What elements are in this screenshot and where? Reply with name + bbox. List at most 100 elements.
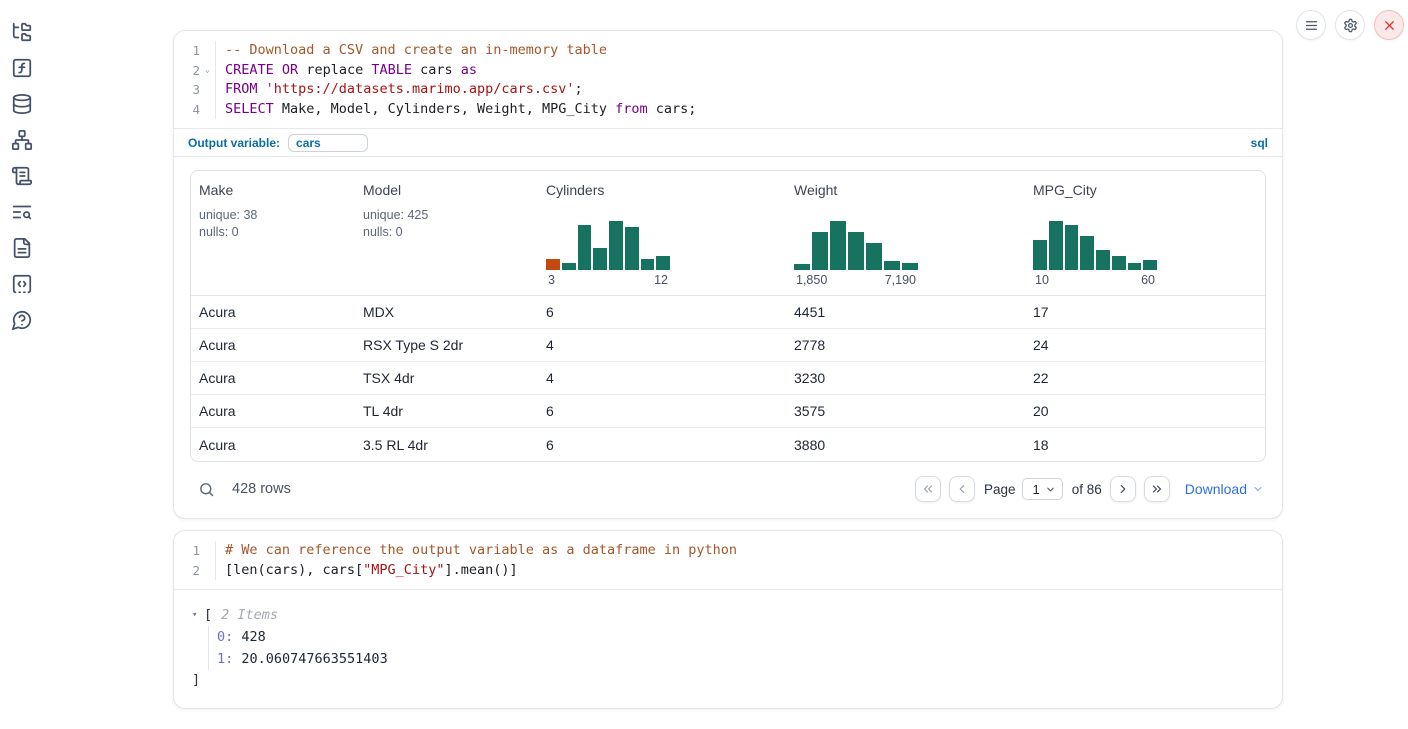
histogram-bar (1033, 240, 1047, 270)
chevron-down-icon[interactable]: ▾ (192, 610, 204, 620)
table-row[interactable]: AcuraMDX6445117 (191, 296, 1265, 329)
chevrons-left-icon (921, 482, 935, 496)
list-search-icon[interactable] (11, 201, 33, 223)
histogram-bars (1033, 218, 1157, 270)
histogram-axis: 1,8507,190 (794, 273, 918, 287)
chevrons-right-icon (1150, 482, 1164, 496)
table-cell: 22 (1025, 370, 1265, 386)
download-button[interactable]: Download (1185, 481, 1264, 497)
table-footer: 428 rows Page 1 of 86 (190, 475, 1266, 503)
column-histogram: 1,8507,190 (794, 218, 918, 287)
line-number: 1 (180, 541, 200, 561)
table-cell: 4 (538, 370, 786, 386)
table-cell: 3880 (786, 437, 1025, 453)
item-value: 20.060747663551403 (233, 651, 387, 667)
snippets-icon[interactable] (11, 273, 33, 295)
help-icon[interactable] (11, 309, 33, 331)
fold-toggle-icon[interactable]: ⌄ (200, 61, 215, 81)
table-cell: TSX 4dr (355, 370, 538, 386)
code-line[interactable]: 3 FROM 'https://datasets.marimo.app/cars.… (180, 80, 1268, 100)
code-text: FROM 'https://datasets.marimo.app/cars.c… (215, 80, 1268, 100)
table-body: AcuraMDX6445117AcuraRSX Type S 2dr427782… (191, 296, 1265, 461)
language-badge[interactable]: sql (1251, 136, 1268, 150)
chevron-down-icon (1045, 484, 1056, 495)
dependency-graph-icon[interactable] (11, 129, 33, 151)
code-line[interactable]: 1# We can reference the output variable … (180, 541, 1268, 561)
histogram-bar (812, 232, 828, 270)
row-count: 428 rows (232, 481, 291, 497)
column-name: Weight (794, 182, 1017, 198)
fold-toggle-icon (200, 541, 215, 561)
first-page-button[interactable] (915, 476, 941, 502)
code-line[interactable]: 1-- Download a CSV and create an in-memo… (180, 41, 1268, 61)
table-row[interactable]: Acura3.5 RL 4dr6388018 (191, 428, 1265, 461)
column-name: MPG_City (1033, 182, 1257, 198)
menu-button[interactable] (1296, 10, 1326, 40)
table-row[interactable]: AcuraTL 4dr6357520 (191, 395, 1265, 428)
list-item: 0: 428 (217, 626, 1264, 648)
axis-min-label: 10 (1035, 273, 1049, 287)
code-line[interactable]: 2[len(cars), cars["MPG_City"].mean()] (180, 561, 1268, 581)
column-histogram: 1060 (1033, 218, 1157, 287)
table-header: Makeunique: 38nulls: 0Modelunique: 425nu… (191, 171, 1265, 296)
table-row[interactable]: AcuraRSX Type S 2dr4277824 (191, 329, 1265, 362)
gear-icon (1343, 18, 1358, 33)
line-number: 3 (180, 80, 200, 100)
column-name: Cylinders (546, 182, 778, 198)
histogram-bar (578, 225, 592, 270)
function-square-icon[interactable] (11, 57, 33, 79)
python-cell-output: ▾ [ 2 Items 0: 4281: 20.060747663551403 … (174, 589, 1282, 708)
output-variable-input[interactable] (288, 134, 368, 152)
items-count-label: 2 Items (221, 607, 278, 623)
histogram-bar (902, 263, 918, 270)
column-header-mpg_city[interactable]: MPG_City 1060 (1025, 171, 1265, 295)
code-line[interactable]: 4SELECT Make, Model, Cylinders, Weight, … (180, 100, 1268, 120)
document-icon[interactable] (11, 237, 33, 259)
table-cell: 17 (1025, 304, 1265, 320)
table-cell: 3.5 RL 4dr (355, 437, 538, 453)
prev-page-button[interactable] (949, 476, 975, 502)
column-header-weight[interactable]: Weight 1,8507,190 (786, 171, 1025, 295)
search-icon[interactable] (198, 481, 215, 498)
table-cell: Acura (191, 337, 355, 353)
column-header-cylinders[interactable]: Cylinders312 (538, 171, 786, 295)
table-cell: 18 (1025, 437, 1265, 453)
database-icon[interactable] (11, 93, 33, 115)
table-cell: Acura (191, 370, 355, 386)
table-cell: 20 (1025, 403, 1265, 419)
shutdown-button[interactable] (1374, 10, 1404, 40)
open-bracket: [ (204, 607, 212, 623)
page-select[interactable]: 1 (1022, 478, 1062, 500)
histogram-bar (546, 259, 560, 270)
output-variable-label: Output variable: (188, 136, 280, 150)
code-text: -- Download a CSV and create an in-memor… (215, 41, 1268, 61)
scroll-icon[interactable] (11, 165, 33, 187)
column-header-model[interactable]: Modelunique: 425nulls: 0 (355, 171, 538, 295)
sql-cell-output: Makeunique: 38nulls: 0Modelunique: 425nu… (174, 156, 1282, 518)
item-key: 1: (217, 651, 233, 667)
last-page-button[interactable] (1144, 476, 1170, 502)
code-text: SELECT Make, Model, Cylinders, Weight, M… (215, 100, 1268, 120)
histogram-bar (1096, 250, 1110, 270)
histogram-bar (562, 263, 576, 270)
code-text: [len(cars), cars["MPG_City"].mean()] (215, 561, 1268, 581)
table-cell: MDX (355, 304, 538, 320)
histogram-bar (1143, 260, 1157, 270)
table-row[interactable]: AcuraTSX 4dr4323022 (191, 362, 1265, 395)
python-editor[interactable]: 1# We can reference the output variable … (174, 531, 1282, 589)
histogram-bar (830, 221, 846, 270)
page-total: of 86 (1072, 482, 1102, 497)
sidebar (0, 0, 44, 729)
column-stats: unique: 425nulls: 0 (363, 207, 530, 241)
column-header-make[interactable]: Makeunique: 38nulls: 0 (191, 171, 355, 295)
histogram-bar (656, 256, 670, 270)
menu-icon (1304, 18, 1319, 33)
column-stats: unique: 38nulls: 0 (199, 207, 347, 241)
marimo-notebook: 1 -- Download a CSV and create an in-memo… (0, 0, 1408, 729)
close-bracket: ] (192, 670, 1264, 690)
file-tree-icon[interactable] (11, 21, 33, 43)
next-page-button[interactable] (1110, 476, 1136, 502)
code-line[interactable]: 2⌄CREATE OR replace TABLE cars as (180, 61, 1268, 81)
sql-editor[interactable]: 1-- Download a CSV and create an in-memo… (174, 31, 1282, 128)
settings-button[interactable] (1335, 10, 1365, 40)
